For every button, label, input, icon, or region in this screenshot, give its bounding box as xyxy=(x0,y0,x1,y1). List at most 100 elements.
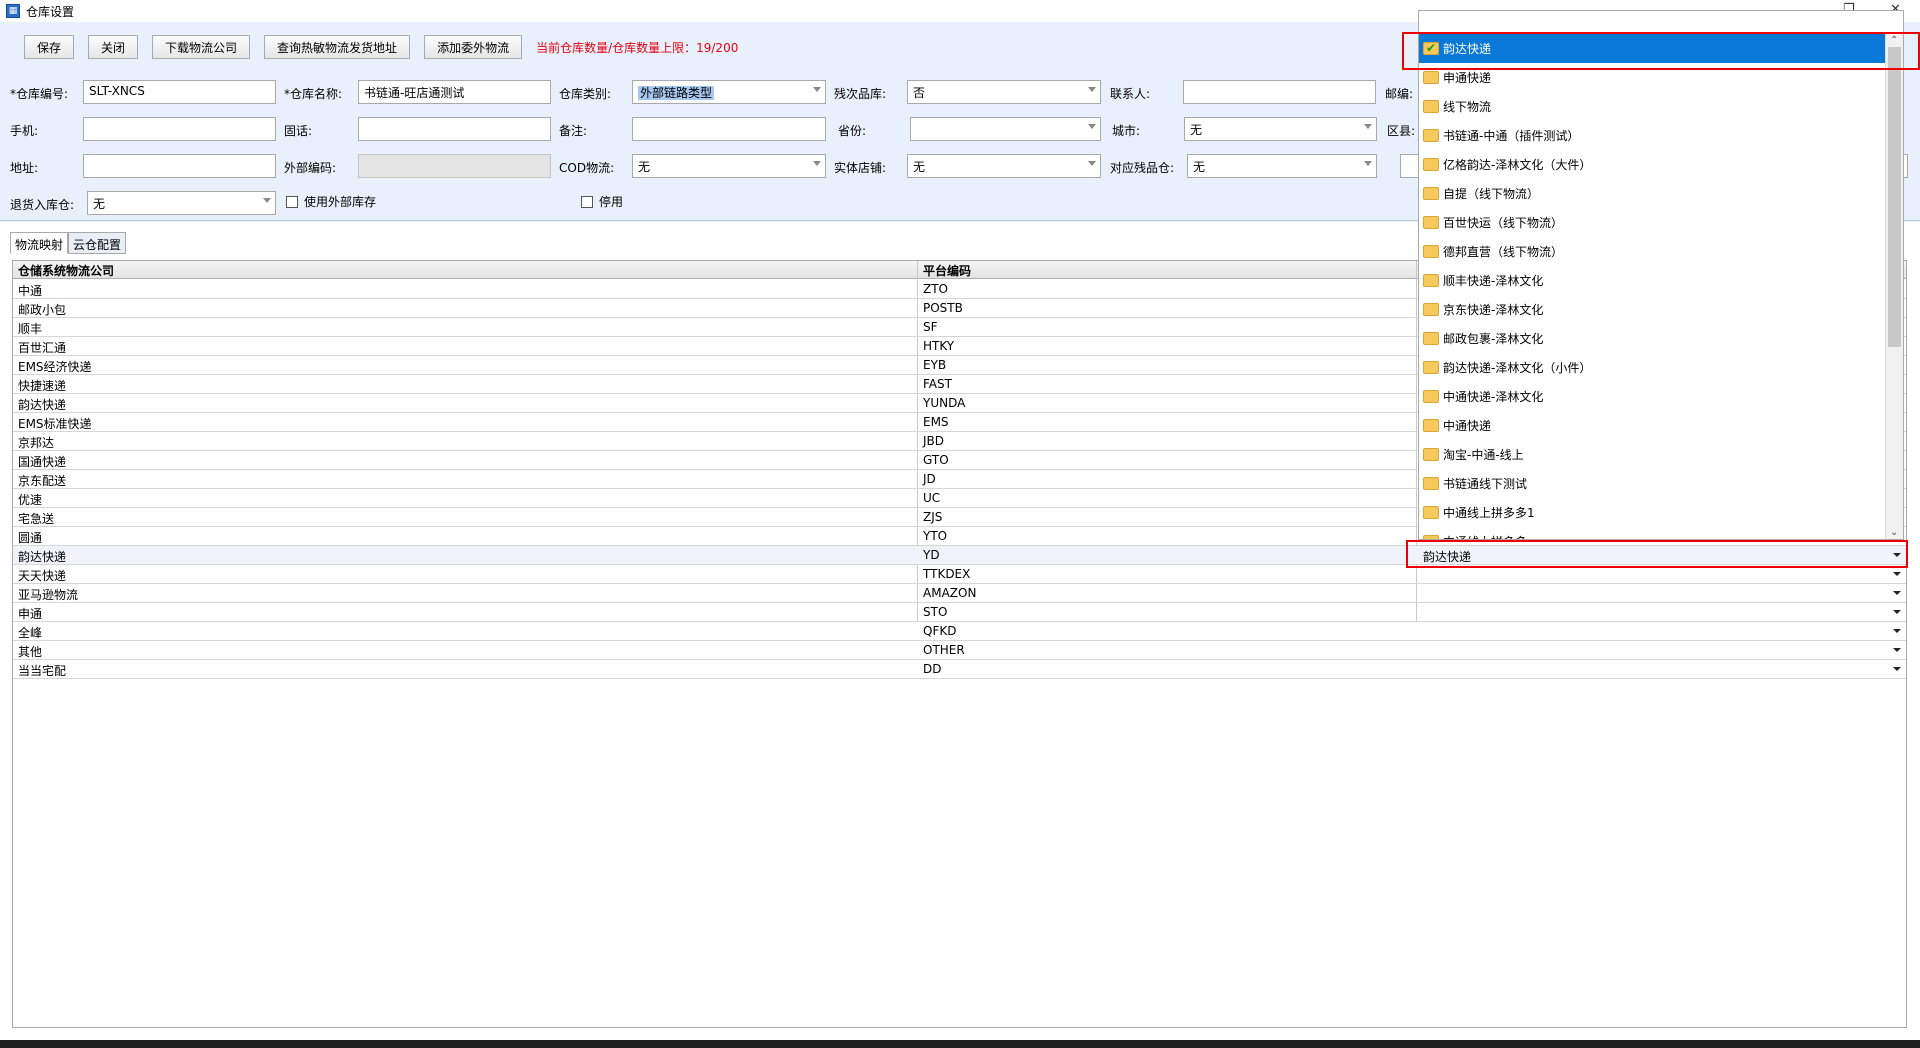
dropdown-item[interactable]: 中通快递 xyxy=(1419,411,1885,440)
cell-warehouse-logistics: 百世汇通 xyxy=(18,341,67,355)
cell-warehouse-logistics: 其他 xyxy=(18,645,43,659)
remark-input[interactable] xyxy=(632,117,826,141)
warehouse-type-select[interactable]: 外部链路类型 xyxy=(632,80,826,104)
logistics-combo[interactable] xyxy=(1417,660,1907,679)
province-select[interactable] xyxy=(910,117,1101,141)
table-row[interactable]: 其他 OTHER xyxy=(13,641,1906,660)
cell-warehouse-logistics: 京东配送 xyxy=(18,474,67,488)
tab-logistics-mapping[interactable]: 物流映射 xyxy=(10,232,69,254)
defect-label: 残次品库: xyxy=(834,87,887,101)
dropdown-item[interactable]: 书链通-中通（插件测试） xyxy=(1419,121,1885,150)
dropdown-item[interactable]: 京东快递-泽林文化 xyxy=(1419,295,1885,324)
checkbox-icon xyxy=(286,195,298,208)
dropdown-item[interactable]: 亿格韵达-泽林文化（大件） xyxy=(1419,150,1885,179)
table-row[interactable]: 全峰 QFKD xyxy=(13,622,1906,641)
scrollbar-thumb[interactable] xyxy=(1888,47,1901,347)
dropdown-search-area[interactable] xyxy=(1419,11,1903,33)
address-input[interactable] xyxy=(83,154,276,178)
city-select[interactable]: 无 xyxy=(1184,117,1377,141)
dropdown-item[interactable]: 顺丰快递-泽林文化 xyxy=(1419,266,1885,295)
warehouse-name-input[interactable]: 书链通-旺店通测试 xyxy=(358,80,551,104)
folder-icon xyxy=(1423,390,1439,403)
defect-select[interactable]: 否 xyxy=(907,80,1101,104)
toolbar: 保存 关闭 下载物流公司 查询热敏物流发货地址 添加委外物流 当前仓库数量/仓库… xyxy=(24,35,738,59)
store-select[interactable]: 无 xyxy=(907,154,1101,178)
cell-platform-code: GTO xyxy=(923,453,949,467)
folder-icon xyxy=(1423,361,1439,374)
cell-platform-code: ZJS xyxy=(923,510,943,524)
cell-warehouse-logistics: 申通 xyxy=(18,607,43,621)
cell-platform-code: OTHER xyxy=(923,643,965,657)
table-row[interactable]: 当当宅配 DD xyxy=(13,660,1906,679)
cell-platform-code: TTKDEX xyxy=(923,567,971,581)
chevron-down-icon xyxy=(813,161,821,166)
logistics-combo[interactable] xyxy=(1417,603,1907,622)
return-warehouse-value: 无 xyxy=(93,197,106,211)
dropdown-item[interactable]: 德邦直营（线下物流） xyxy=(1419,237,1885,266)
warehouse-code-input[interactable]: SLT-XNCS xyxy=(83,80,276,104)
table-row[interactable]: 亚马逊物流 AMAZON xyxy=(13,584,1906,603)
logistics-combo[interactable] xyxy=(1417,622,1907,641)
logistics-combo[interactable] xyxy=(1417,641,1907,660)
cell-warehouse-logistics: 当当宅配 xyxy=(18,664,67,678)
add-outsource-button[interactable]: 添加委外物流 xyxy=(424,35,523,59)
cell-warehouse-logistics: 天天快递 xyxy=(18,569,67,583)
cell-platform-code: POSTB xyxy=(923,301,963,315)
province-label: 省份: xyxy=(838,124,867,138)
dropdown-item[interactable]: 韵达快递-泽林文化（小件） xyxy=(1419,353,1885,382)
save-button[interactable]: 保存 xyxy=(24,35,75,59)
cell-warehouse-logistics: EMS经济快递 xyxy=(18,360,92,374)
cod-select[interactable]: 无 xyxy=(632,154,826,178)
table-row[interactable]: 申通 STO xyxy=(13,603,1906,622)
defect-warehouse-select[interactable]: 无 xyxy=(1187,154,1377,178)
cell-platform-code: STO xyxy=(923,605,948,619)
chevron-down-icon[interactable] xyxy=(1893,667,1901,671)
cell-warehouse-logistics: 韵达快递 xyxy=(18,398,67,412)
cell-platform-code: ZTO xyxy=(923,282,948,296)
chevron-down-icon[interactable] xyxy=(1893,629,1901,633)
taskbar xyxy=(0,1040,1920,1048)
dropdown-item[interactable]: 百世快运（线下物流） xyxy=(1419,208,1885,237)
query-address-button[interactable]: 查询热敏物流发货地址 xyxy=(264,35,411,59)
mobile-input[interactable] xyxy=(83,117,276,141)
dropdown-item[interactable]: 邮政包裹-泽林文化 xyxy=(1419,324,1885,353)
header-platform-code[interactable]: 平台编码 xyxy=(923,262,971,279)
cell-warehouse-logistics: 京邦达 xyxy=(18,436,55,450)
phone-input[interactable] xyxy=(358,117,551,141)
close-button[interactable]: 关闭 xyxy=(88,35,139,59)
chevron-down-icon[interactable] xyxy=(1893,610,1901,614)
cell-warehouse-logistics: 中通 xyxy=(18,284,43,298)
chevron-down-icon[interactable] xyxy=(1893,648,1901,652)
download-logistics-button[interactable]: 下载物流公司 xyxy=(152,35,251,59)
scroll-down-icon[interactable]: ⌄ xyxy=(1890,527,1898,538)
dropdown-item[interactable]: 自提（线下物流） xyxy=(1419,179,1885,208)
chevron-down-icon[interactable] xyxy=(1893,591,1901,595)
city-label: 城市: xyxy=(1112,124,1141,138)
folder-icon xyxy=(1423,129,1439,142)
cell-platform-code: JBD xyxy=(923,434,945,448)
dropdown-item[interactable]: 线下物流 xyxy=(1419,92,1885,121)
dropdown-item[interactable]: 书链通线下测试 xyxy=(1419,469,1885,498)
dropdown-scrollbar[interactable]: ⌃ ⌄ xyxy=(1885,33,1903,539)
contact-input[interactable] xyxy=(1183,80,1376,104)
highlight-box-selected-combo xyxy=(1406,540,1908,568)
return-warehouse-select[interactable]: 无 xyxy=(87,191,276,215)
dropdown-item[interactable]: 淘宝-中通-线上 xyxy=(1419,440,1885,469)
use-external-stock-label: 使用外部库存 xyxy=(304,195,377,209)
logistics-dropdown-popup[interactable]: ✔ 韵达快递 申通快递 线下物流 书链通-中通（插件测试） 亿格韵达-泽林文化（大件） 自提… xyxy=(1418,10,1904,540)
tab-cloud-config[interactable]: 云仓配置 xyxy=(68,232,127,254)
store-value: 无 xyxy=(913,160,926,174)
cod-value: 无 xyxy=(638,160,651,174)
dropdown-item[interactable]: 中通线上拼多多 xyxy=(1419,527,1885,539)
use-external-stock-checkbox[interactable]: 使用外部库存 xyxy=(286,193,376,210)
dropdown-item-label: 自提（线下物流） xyxy=(1443,187,1540,201)
folder-icon xyxy=(1423,216,1439,229)
logistics-combo[interactable] xyxy=(1417,584,1907,603)
header-warehouse-logistics[interactable]: 仓储系统物流公司 xyxy=(18,262,114,279)
dropdown-item[interactable]: 中通快递-泽林文化 xyxy=(1419,382,1885,411)
dropdown-item[interactable]: 中通线上拼多多1 xyxy=(1419,498,1885,527)
folder-icon xyxy=(1423,158,1439,171)
disabled-checkbox[interactable]: 停用 xyxy=(581,193,623,210)
chevron-down-icon[interactable] xyxy=(1893,572,1901,576)
cell-platform-code: DD xyxy=(923,662,942,676)
